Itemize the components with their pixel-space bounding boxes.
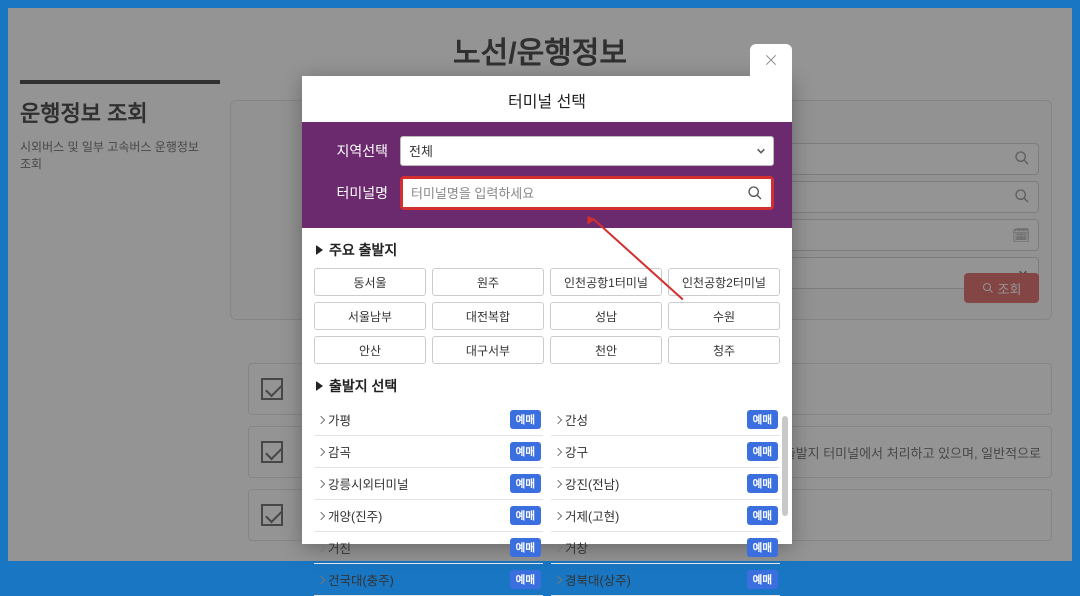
major-departure-chip[interactable]: 서울남부 [314, 302, 426, 330]
bullet-icon [316, 245, 323, 255]
major-departure-chip[interactable]: 대구서부 [432, 336, 544, 364]
modal-filter-area: 지역선택 전체 터미널명 [302, 122, 792, 228]
chevron-right-icon [317, 447, 325, 455]
major-departure-chip[interactable]: 청주 [668, 336, 780, 364]
departures-select-label: 출발지 선택 [329, 376, 397, 396]
major-departure-chip[interactable]: 동서울 [314, 268, 426, 296]
chevron-right-icon [554, 447, 562, 455]
terminal-item[interactable]: 거창 예매 [551, 532, 780, 564]
terminal-item-label: 가평 [328, 410, 351, 429]
terminal-item-label: 개양(진주) [328, 506, 382, 525]
terminal-select-modal: 터미널 선택 지역선택 전체 터미널명 주요 [302, 76, 792, 544]
departures-select-heading: 출발지 선택 [302, 364, 792, 404]
terminal-name-label: 터미널명 [320, 183, 400, 203]
chevron-right-icon [317, 415, 325, 423]
terminal-item-label: 강진(전남) [565, 474, 619, 493]
terminal-item-label: 감곡 [328, 442, 351, 461]
major-departure-chip[interactable]: 원주 [432, 268, 544, 296]
terminal-item-label: 강릉시외터미널 [328, 474, 409, 493]
reserve-badge[interactable]: 예매 [510, 474, 541, 493]
terminal-item-label: 건국대(충주) [328, 570, 394, 589]
terminal-item-label: 거창 [565, 538, 588, 557]
bullet-icon [316, 381, 323, 391]
terminal-item-label: 경북대(상주) [565, 570, 631, 589]
region-select[interactable]: 전체 [400, 136, 774, 166]
major-departure-chip[interactable]: 천안 [550, 336, 662, 364]
terminal-item-label: 강구 [565, 442, 588, 461]
terminal-item[interactable]: 개양(진주) 예매 [314, 500, 543, 532]
terminal-item[interactable]: 가평 예매 [314, 404, 543, 436]
chevron-right-icon [554, 511, 562, 519]
major-departure-chip[interactable]: 안산 [314, 336, 426, 364]
terminal-item[interactable]: 강진(전남) 예매 [551, 468, 780, 500]
chevron-right-icon [317, 479, 325, 487]
terminal-item[interactable]: 강릉시외터미널 예매 [314, 468, 543, 500]
terminal-list: 가평예매간성예매감곡예매강구예매강릉시외터미널예매강진(전남)예매개양(진주)예… [314, 404, 780, 596]
region-label: 지역선택 [320, 141, 400, 161]
major-departure-chip[interactable]: 대전복합 [432, 302, 544, 330]
major-departures-heading: 주요 출발지 [302, 228, 792, 268]
chevron-right-icon [317, 543, 325, 551]
major-departures-label: 주요 출발지 [329, 240, 397, 260]
close-button[interactable] [750, 44, 792, 76]
reserve-badge[interactable]: 예매 [747, 474, 778, 493]
reserve-badge[interactable]: 예매 [510, 442, 541, 461]
reserve-badge[interactable]: 예매 [510, 506, 541, 525]
reserve-badge[interactable]: 예매 [510, 538, 541, 557]
reserve-badge[interactable]: 예매 [510, 410, 541, 429]
chevron-right-icon [317, 511, 325, 519]
scrollbar[interactable] [782, 416, 788, 516]
modal-title: 터미널 선택 [302, 76, 792, 122]
search-icon [747, 185, 763, 201]
reserve-badge[interactable]: 예매 [747, 570, 778, 589]
reserve-badge[interactable]: 예매 [747, 410, 778, 429]
terminal-item[interactable]: 감곡 예매 [314, 436, 543, 468]
terminal-item[interactable]: 거진 예매 [314, 532, 543, 564]
reserve-badge[interactable]: 예매 [747, 442, 778, 461]
chevron-right-icon [554, 543, 562, 551]
reserve-badge[interactable]: 예매 [747, 538, 778, 557]
terminal-item-label: 거제(고현) [565, 506, 619, 525]
chevron-right-icon [554, 415, 562, 423]
terminal-name-input-wrap [400, 176, 774, 210]
chevron-right-icon [554, 479, 562, 487]
major-departures-grid: 동서울원주인천공항1터미널인천공항2터미널서울남부대전복합성남수원안산대구서부천… [302, 268, 792, 364]
terminal-item[interactable]: 거제(고현) 예매 [551, 500, 780, 532]
terminal-item-label: 간성 [565, 410, 588, 429]
major-departure-chip[interactable]: 인천공항1터미널 [550, 268, 662, 296]
terminal-item-label: 거진 [328, 538, 351, 557]
reserve-badge[interactable]: 예매 [510, 570, 541, 589]
major-departure-chip[interactable]: 수원 [668, 302, 780, 330]
close-icon [763, 52, 779, 68]
major-departure-chip[interactable]: 인천공항2터미널 [668, 268, 780, 296]
chevron-right-icon [317, 575, 325, 583]
terminal-item[interactable]: 강구 예매 [551, 436, 780, 468]
reserve-badge[interactable]: 예매 [747, 506, 778, 525]
terminal-name-input[interactable] [403, 179, 771, 207]
major-departure-chip[interactable]: 성남 [550, 302, 662, 330]
terminal-item[interactable]: 간성 예매 [551, 404, 780, 436]
chevron-right-icon [554, 575, 562, 583]
